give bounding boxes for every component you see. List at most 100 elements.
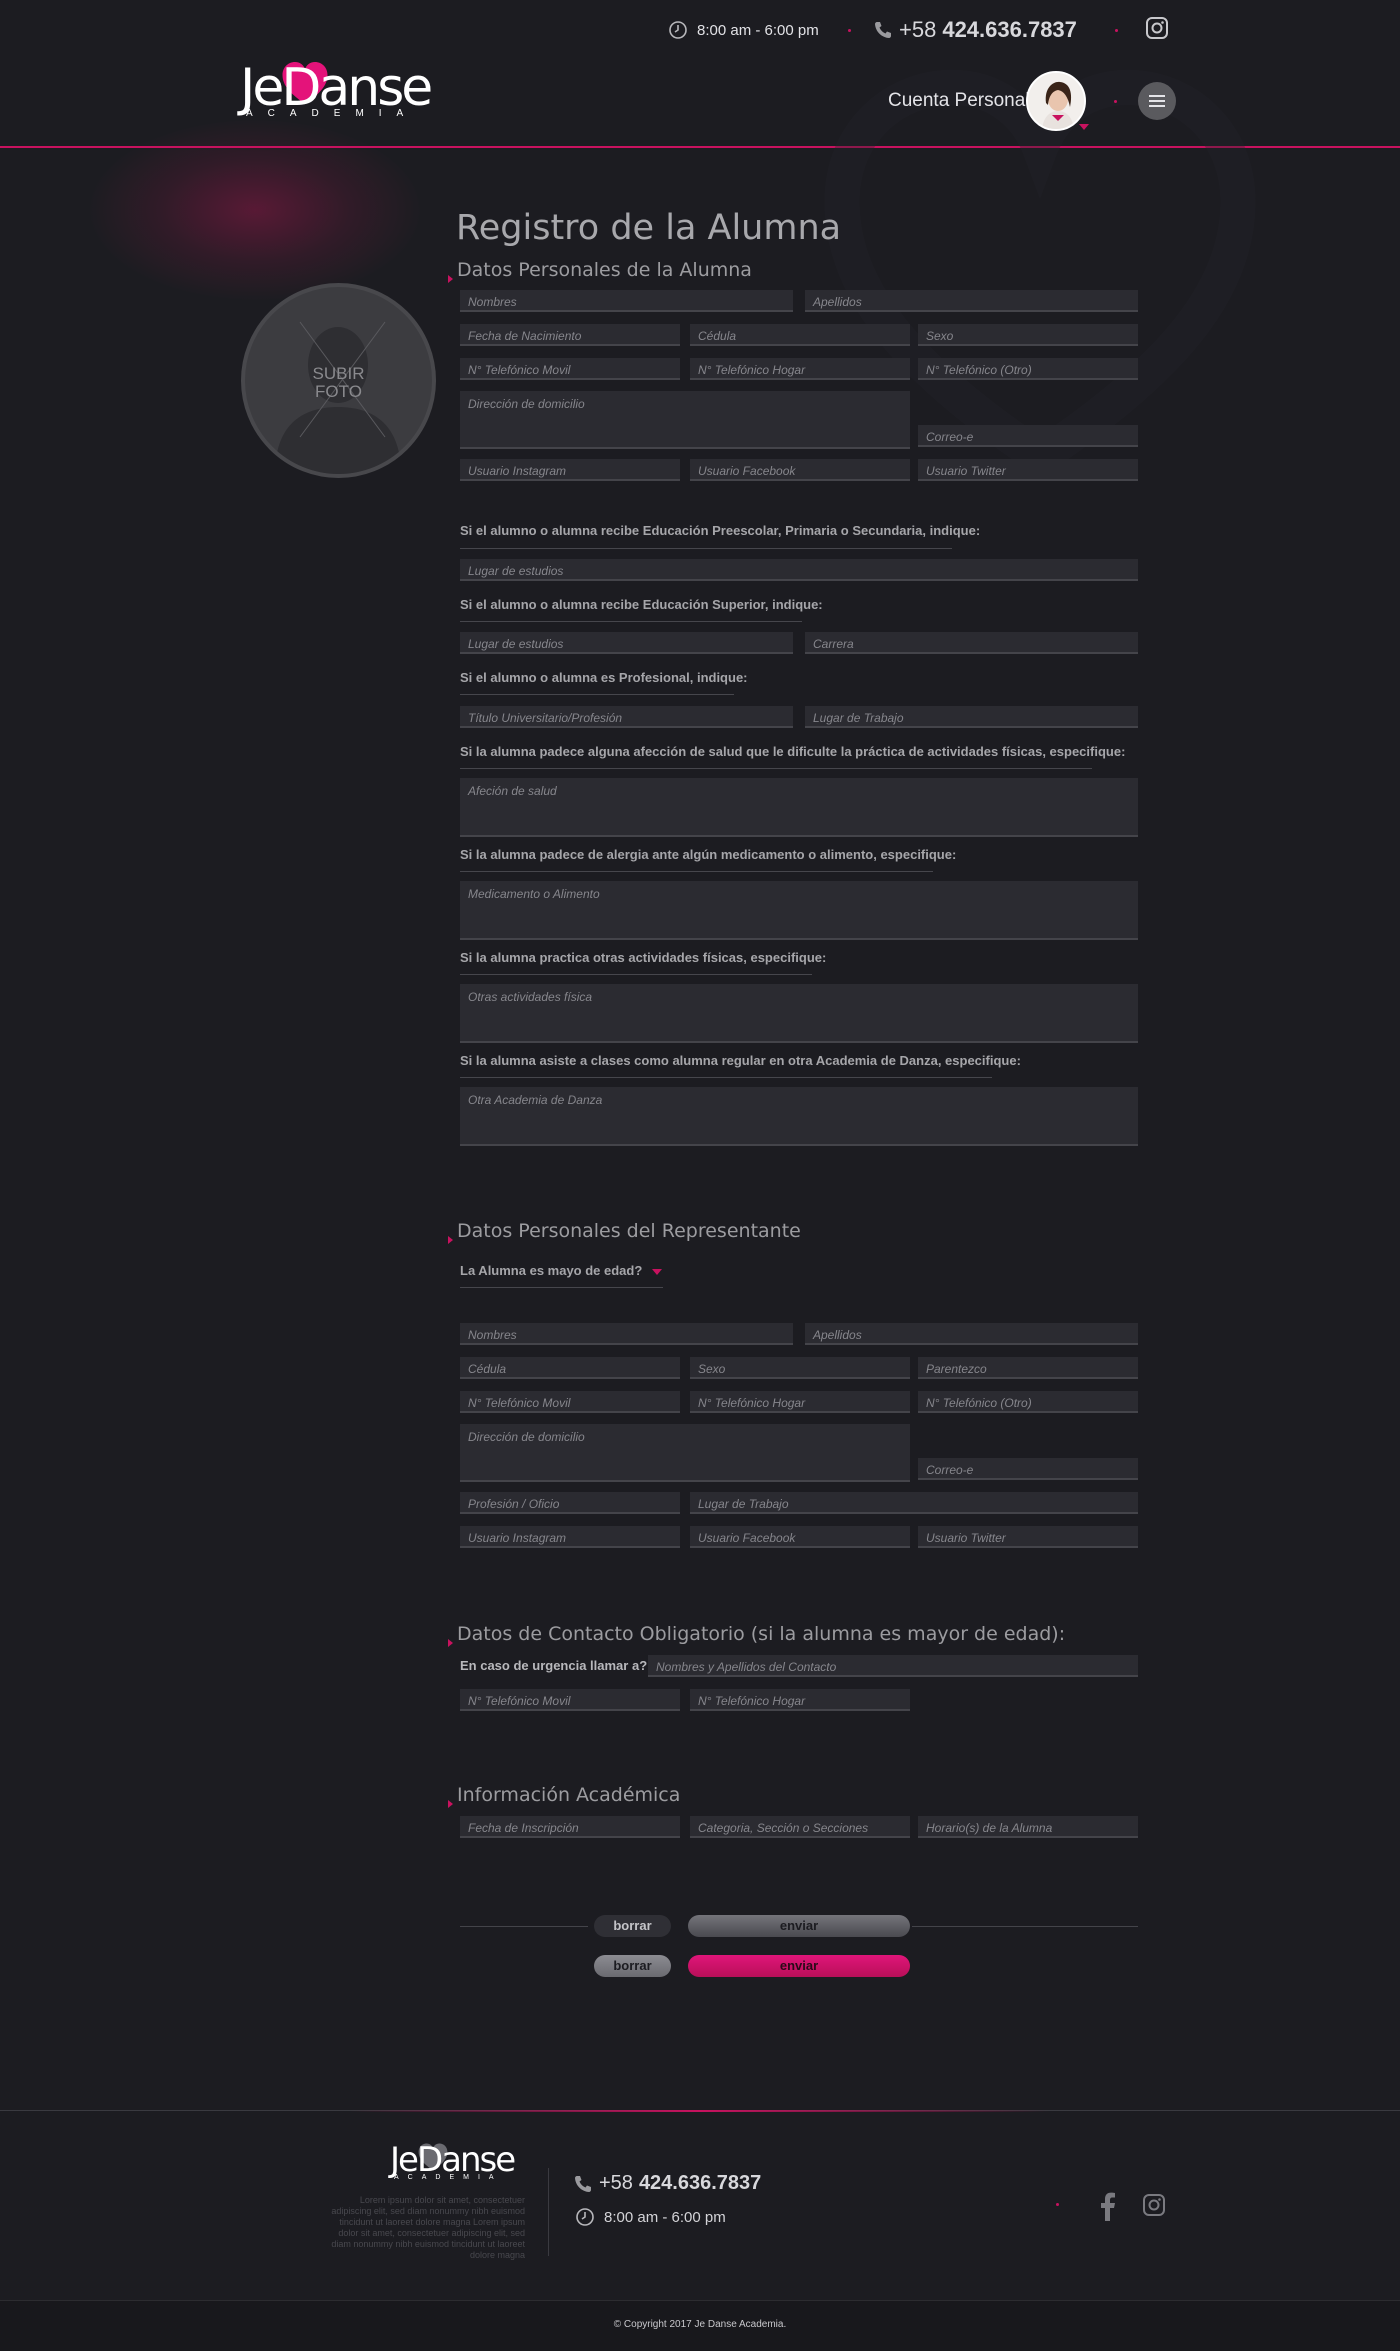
student-otras-actividades-textarea[interactable]: Otras actividades física bbox=[460, 984, 1138, 1043]
question-salud: Si la alumna padece alguna afección de s… bbox=[460, 744, 1126, 759]
rep-tel-hogar-input[interactable]: N° Telefónico Hogar bbox=[690, 1391, 910, 1413]
logo[interactable]: JeDanse ACADEMIA bbox=[240, 58, 450, 126]
footer-accent-line bbox=[350, 2110, 1050, 2112]
contact-nombre-input[interactable]: Nombres y Apellidos del Contacto bbox=[648, 1655, 1138, 1677]
student-lugar-estudios-escolar-input[interactable]: Lugar de estudios bbox=[460, 559, 1138, 581]
instagram-icon[interactable] bbox=[1145, 16, 1169, 40]
contact-section-title: Datos de Contacto Obligatorio (si la alu… bbox=[457, 1623, 1066, 1645]
chevron-down-icon[interactable] bbox=[652, 1269, 662, 1275]
account-caret-icon[interactable] bbox=[1079, 124, 1089, 130]
rep-apellidos-input[interactable]: Apellidos bbox=[805, 1323, 1138, 1345]
rep-parentezco-input[interactable]: Parentezco bbox=[918, 1357, 1138, 1379]
student-fecha-nacimiento-input[interactable]: Fecha de Nacimiento bbox=[460, 324, 680, 346]
footer-hours: 8:00 am - 6:00 pm bbox=[575, 2207, 726, 2227]
student-facebook-input[interactable]: Usuario Facebook bbox=[690, 459, 910, 481]
header-phone[interactable]: +58 424.636.7837 bbox=[873, 15, 1077, 45]
divider bbox=[460, 621, 802, 622]
footer-phone-number: 424.636.7837 bbox=[638, 2172, 762, 2194]
rep-twitter-input[interactable]: Usuario Twitter bbox=[918, 1526, 1138, 1548]
student-twitter-input[interactable]: Usuario Twitter bbox=[918, 459, 1138, 481]
header-glow bbox=[90, 120, 420, 300]
header-hours: 8:00 am - 6:00 pm bbox=[668, 18, 819, 42]
student-otra-academia-textarea[interactable]: Otra Academia de Danza bbox=[460, 1087, 1138, 1146]
header-phone-prefix: +58 bbox=[899, 17, 937, 42]
rep-lugar-trabajo-input[interactable]: Lugar de Trabajo bbox=[690, 1492, 1138, 1514]
question-academia: Si la alumna asiste a clases como alumna… bbox=[460, 1053, 1021, 1068]
student-tel-otro-input[interactable]: N° Telefónico (Otro) bbox=[918, 358, 1138, 380]
question-profesional: Si el alumno o alumna es Profesional, in… bbox=[460, 670, 748, 685]
rep-tel-movil-input[interactable]: N° Telefónico Movil bbox=[460, 1391, 680, 1413]
student-section-title: Datos Personales de la Alumna bbox=[457, 259, 752, 281]
divider bbox=[460, 1287, 663, 1288]
phone-icon bbox=[575, 2175, 591, 2192]
page-title: Registro de la Alumna bbox=[456, 208, 842, 248]
contact-tel-hogar-input[interactable]: N° Telefónico Hogar bbox=[690, 1689, 910, 1711]
student-nombres-input[interactable]: Nombres bbox=[460, 290, 793, 312]
student-direccion-textarea[interactable]: Dirección de domicilio bbox=[460, 391, 910, 449]
clock-icon bbox=[576, 2208, 594, 2226]
menu-button[interactable] bbox=[1138, 82, 1176, 120]
footer bbox=[0, 2110, 1400, 2300]
footer-phone-prefix: +58 bbox=[599, 2172, 633, 2194]
rep-tel-otro-input[interactable]: N° Telefónico (Otro) bbox=[918, 1391, 1138, 1413]
footer-logo-subtext: ACADEMIA bbox=[394, 2174, 503, 2181]
student-tel-movil-input[interactable]: N° Telefónico Movil bbox=[460, 358, 680, 380]
rep-profesion-input[interactable]: Profesión / Oficio bbox=[460, 1492, 680, 1514]
rep-instagram-input[interactable]: Usuario Instagram bbox=[460, 1526, 680, 1548]
student-apellidos-input[interactable]: Apellidos bbox=[805, 290, 1138, 312]
student-titulo-input[interactable]: Título Universitario/Profesión bbox=[460, 706, 793, 728]
menu-icon-bar bbox=[1149, 105, 1165, 107]
rep-nombres-input[interactable]: Nombres bbox=[460, 1323, 793, 1345]
header-phone-number: 424.636.7837 bbox=[942, 17, 1077, 42]
footer-logo[interactable]: JeDanse ACADEMIA bbox=[390, 2140, 525, 2188]
academic-section-title: Información Académica bbox=[457, 1784, 681, 1806]
divider bbox=[460, 1077, 992, 1078]
divider bbox=[460, 871, 933, 872]
enviar-button[interactable]: enviar bbox=[688, 1915, 910, 1937]
clock-icon bbox=[669, 21, 687, 39]
question-escolar: Si el alumno o alumna recibe Educación P… bbox=[460, 523, 981, 538]
divider bbox=[460, 1926, 588, 1927]
student-lugar-estudios-superior-input[interactable]: Lugar de estudios bbox=[460, 632, 793, 654]
borrar-button-hover[interactable]: borrar bbox=[594, 1955, 671, 1977]
menu-icon-bar bbox=[1149, 95, 1165, 97]
rep-cedula-input[interactable]: Cédula bbox=[460, 1357, 680, 1379]
academic-categoria-select[interactable]: Categoria, Sección o Secciones bbox=[690, 1816, 910, 1838]
student-lugar-trabajo-input[interactable]: Lugar de Trabajo bbox=[805, 706, 1138, 728]
borrar-button[interactable]: borrar bbox=[594, 1915, 671, 1937]
photo-upload-label: SUBIR FOTO bbox=[245, 365, 432, 401]
footer-divider bbox=[548, 2168, 549, 2256]
student-cedula-input[interactable]: Cédula bbox=[690, 324, 910, 346]
student-medicamento-textarea[interactable]: Medicamento o Alimento bbox=[460, 881, 1138, 940]
avatar[interactable] bbox=[1026, 71, 1086, 131]
mayor-edad-select[interactable]: La Alumna es mayo de edad? bbox=[460, 1263, 642, 1278]
account-label[interactable]: Cuenta Personal bbox=[888, 90, 1030, 112]
academic-horario-select[interactable]: Horario(s) de la Alumna bbox=[918, 1816, 1138, 1838]
rep-facebook-input[interactable]: Usuario Facebook bbox=[690, 1526, 910, 1548]
rep-direccion-textarea[interactable]: Dirección de domicilio bbox=[460, 1424, 910, 1482]
rep-sexo-select[interactable]: Sexo bbox=[690, 1357, 910, 1379]
student-instagram-input[interactable]: Usuario Instagram bbox=[460, 459, 680, 481]
divider bbox=[460, 768, 1092, 769]
rep-correo-input[interactable]: Correo-e bbox=[918, 1458, 1138, 1480]
academic-fecha-inscripcion-input[interactable]: Fecha de Inscripción bbox=[460, 1816, 680, 1838]
divider bbox=[460, 694, 734, 695]
student-afeccion-textarea[interactable]: Afeción de salud bbox=[460, 778, 1138, 837]
divider bbox=[460, 974, 812, 975]
photo-upload[interactable]: SUBIR FOTO bbox=[241, 283, 436, 478]
representative-section-title: Datos Personales del Representante bbox=[457, 1220, 801, 1242]
enviar-button-active[interactable]: enviar bbox=[688, 1955, 910, 1977]
student-tel-hogar-input[interactable]: N° Telefónico Hogar bbox=[690, 358, 910, 380]
footer-phone[interactable]: +58 424.636.7837 bbox=[573, 2172, 761, 2195]
student-sexo-select[interactable]: Sexo bbox=[918, 324, 1138, 346]
separator-dot bbox=[1114, 100, 1117, 103]
photo-upload-label-line: SUBIR bbox=[312, 364, 365, 383]
section-marker-icon bbox=[448, 1236, 453, 1244]
student-correo-input[interactable]: Correo-e bbox=[918, 425, 1138, 447]
facebook-icon[interactable] bbox=[1094, 2191, 1120, 2221]
question-alergia: Si la alumna padece de alergia ante algú… bbox=[460, 847, 957, 862]
student-carrera-input[interactable]: Carrera bbox=[805, 632, 1138, 654]
instagram-icon[interactable] bbox=[1142, 2193, 1166, 2217]
contact-tel-movil-input[interactable]: N° Telefónico Movil bbox=[460, 1689, 680, 1711]
question-superior: Si el alumno o alumna recibe Educación S… bbox=[460, 597, 823, 612]
